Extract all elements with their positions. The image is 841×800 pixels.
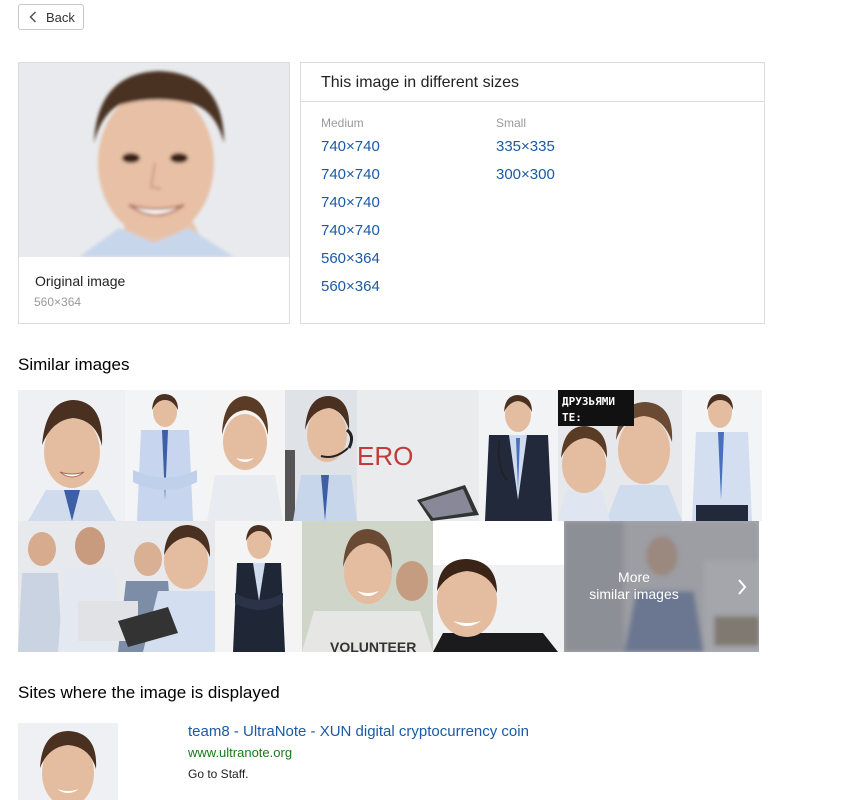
size-link-medium[interactable]: 740×740 — [321, 222, 380, 250]
similar-image-tile[interactable] — [433, 521, 564, 652]
original-image-label: Original image — [35, 273, 126, 289]
size-link-small[interactable]: 335×335 — [496, 138, 555, 166]
size-link-medium[interactable]: 740×740 — [321, 138, 380, 166]
similar-image-tile[interactable] — [479, 390, 558, 521]
more-similar-images-overlay[interactable]: More similar images — [564, 521, 759, 652]
tile-text-russian-2: ТЕ: — [562, 411, 582, 424]
similar-image-tile[interactable] — [125, 390, 205, 521]
back-button-label: Back — [46, 9, 75, 25]
similar-image-tile[interactable]: ERO — [357, 390, 479, 521]
sites-heading: Sites where the image is displayed — [18, 683, 280, 702]
chevron-right-icon[interactable] — [737, 579, 747, 595]
similar-image-tile[interactable] — [285, 390, 357, 521]
small-sizes-heading: Small — [496, 116, 527, 130]
small-sizes-column: Small 335×335 300×300 — [496, 116, 555, 194]
tile-text-russian-1: ДРУЗЬЯМИ — [562, 395, 615, 408]
chevron-left-icon — [29, 10, 39, 24]
back-button[interactable]: Back — [18, 4, 84, 30]
site-thumbnail[interactable] — [18, 723, 118, 800]
more-similar-images-label: More similar images — [589, 569, 679, 602]
similar-image-tile[interactable]: ДРУЗЬЯМИ ТЕ: — [558, 390, 682, 521]
image-sizes-title: This image in different sizes — [301, 63, 764, 102]
similar-image-tile[interactable] — [18, 390, 125, 521]
similar-image-tile[interactable] — [682, 390, 762, 521]
size-link-medium[interactable]: 560×364 — [321, 250, 380, 278]
similar-image-tile[interactable] — [18, 521, 215, 652]
size-link-small[interactable]: 300×300 — [496, 166, 555, 194]
site-title-link[interactable]: team8 - UltraNote - XUN digital cryptocu… — [188, 723, 529, 740]
original-image-photo[interactable] — [19, 63, 289, 257]
similar-images-heading: Similar images — [18, 355, 130, 374]
size-link-medium[interactable]: 740×740 — [321, 166, 380, 194]
more-similar-images-tile[interactable]: More similar images — [564, 521, 759, 652]
original-image-size: 560×364 — [34, 295, 82, 309]
original-image-card[interactable]: Original image 560×364 — [18, 62, 290, 324]
size-link-medium[interactable]: 560×364 — [321, 278, 380, 306]
site-description: Go to Staff. — [188, 767, 249, 781]
tile-text-ero: ERO — [357, 441, 413, 471]
similar-image-tile[interactable] — [215, 521, 302, 652]
site-url-link[interactable]: www.ultranote.org — [188, 745, 292, 760]
tile-text-volunteer: VOLUNTEER — [330, 639, 416, 652]
medium-sizes-heading: Medium — [321, 116, 364, 130]
similar-image-tile[interactable]: VOLUNTEER — [302, 521, 433, 652]
medium-sizes-column: Medium 740×740 740×740 740×740 740×740 5… — [321, 116, 380, 306]
image-sizes-panel: This image in different sizes Medium 740… — [300, 62, 765, 324]
size-link-medium[interactable]: 740×740 — [321, 194, 380, 222]
similar-image-tile[interactable] — [205, 390, 285, 521]
